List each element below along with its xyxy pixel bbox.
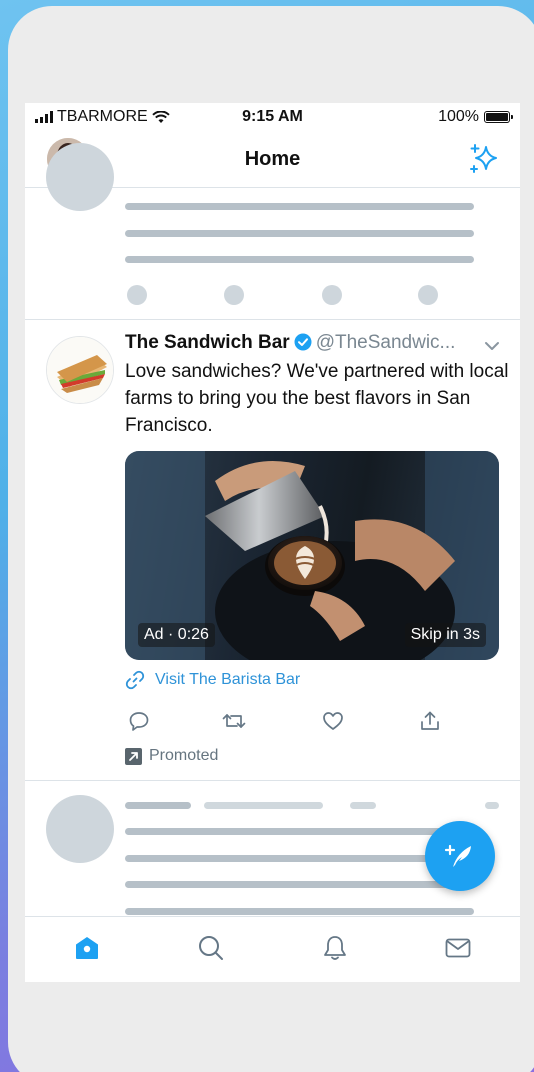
- skeleton-line: [125, 256, 474, 263]
- skeleton-action: [224, 285, 244, 305]
- retweet-icon[interactable]: [221, 710, 247, 732]
- visit-link-label: Visit The Barista Bar: [155, 671, 301, 688]
- wifi-icon: [151, 110, 170, 123]
- skeleton-line: [125, 230, 474, 237]
- promoted-icon: [125, 747, 142, 765]
- skeleton-line: [204, 802, 323, 809]
- envelope-icon: [445, 938, 471, 958]
- skeleton-avatar: [46, 795, 114, 863]
- skeleton-line: [125, 908, 474, 915]
- skip-ad-button[interactable]: Skip in 3s: [404, 623, 486, 647]
- skeleton-action: [418, 285, 438, 305]
- skeleton-action: [127, 285, 147, 305]
- search-icon: [199, 936, 223, 960]
- battery-percent: 100%: [438, 108, 479, 125]
- ad-duration-badge: Ad · 0:26: [138, 623, 215, 647]
- skeleton-line: [485, 802, 499, 809]
- carrier-name: TBARMORE: [57, 108, 148, 125]
- skeleton-line: [350, 802, 376, 809]
- skeleton-line: [125, 802, 191, 809]
- tweet-divider: [25, 780, 520, 781]
- compose-tweet-button[interactable]: [425, 821, 495, 891]
- promoted-text: Promoted: [149, 747, 219, 764]
- status-bar: TBARMORE 9:15 AM 100%: [25, 103, 520, 131]
- chevron-down-icon[interactable]: [483, 337, 501, 355]
- promoted-label: Promoted: [125, 747, 218, 765]
- link-icon: [125, 670, 145, 690]
- tab-notifications[interactable]: [320, 933, 350, 963]
- advertiser-avatar[interactable]: [46, 336, 114, 404]
- compose-feather-icon: [444, 844, 471, 867]
- sandwich-image: [47, 337, 113, 403]
- advertiser-name[interactable]: The Sandwich Bar: [125, 332, 290, 353]
- tab-messages[interactable]: [443, 933, 473, 963]
- tab-search[interactable]: [196, 933, 226, 963]
- tweet-actions: [125, 710, 445, 736]
- skeleton-line: [125, 881, 474, 888]
- tab-home[interactable]: [72, 933, 102, 963]
- battery-icon: [484, 111, 513, 123]
- share-icon[interactable]: [419, 710, 441, 732]
- reply-icon[interactable]: [128, 710, 150, 732]
- app-screen: TBARMORE 9:15 AM 100% Home The Sandwich …: [25, 103, 520, 982]
- video-ad-media[interactable]: Ad · 0:26 Skip in 3s: [125, 451, 499, 660]
- tweet-text: Love sandwiches? We've partnered with lo…: [125, 361, 509, 436]
- sparkle-icon[interactable]: [468, 143, 500, 175]
- skeleton-line: [125, 828, 474, 835]
- bell-icon: [324, 936, 346, 960]
- like-icon[interactable]: [322, 710, 344, 732]
- skeleton-avatar: [46, 143, 114, 211]
- skeleton-line: [125, 203, 474, 210]
- tweet-divider: [25, 319, 520, 320]
- signal-icon: [35, 111, 53, 123]
- bottom-tab-bar: [25, 916, 520, 982]
- skeleton-action: [322, 285, 342, 305]
- skeleton-line: [125, 855, 474, 862]
- home-icon: [76, 937, 98, 959]
- verified-badge-icon: [294, 333, 312, 351]
- advertiser-handle[interactable]: @TheSandwic...: [316, 332, 456, 353]
- visit-link[interactable]: Visit The Barista Bar: [125, 670, 300, 690]
- tweet-header: The Sandwich Bar @TheSandwic...: [125, 332, 505, 354]
